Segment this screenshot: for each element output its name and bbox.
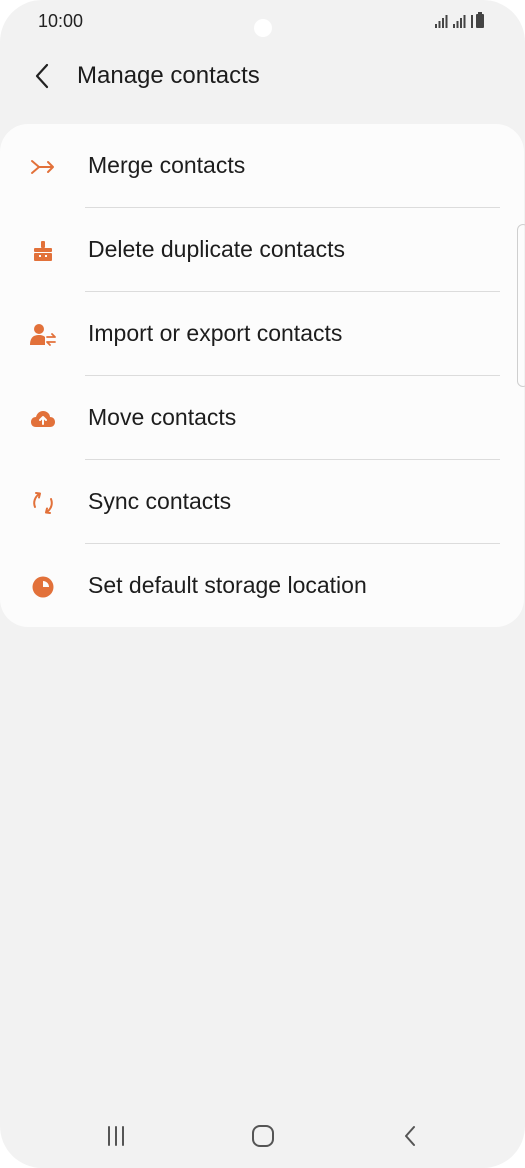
menu-item-merge-contacts[interactable]: Merge contacts: [0, 124, 524, 208]
chevron-left-icon: [35, 63, 49, 89]
navigation-bar: [0, 1104, 525, 1168]
app-header: Manage contacts: [0, 48, 525, 104]
home-icon: [252, 1125, 274, 1147]
cloud-upload-icon: [29, 405, 57, 433]
pie-chart-icon: [29, 573, 57, 601]
menu-item-delete-duplicate-contacts[interactable]: Delete duplicate contacts: [0, 208, 524, 292]
menu-item-label: Merge contacts: [88, 152, 246, 178]
menu-item-label: Move contacts: [88, 404, 237, 430]
status-bar: 10:00: [0, 0, 525, 44]
home-button[interactable]: [241, 1116, 285, 1156]
menu-item-label: Sync contacts: [88, 488, 232, 514]
back-button[interactable]: [26, 60, 58, 92]
camera-cutout: [254, 19, 272, 37]
menu-item-move-contacts[interactable]: Move contacts: [0, 376, 524, 460]
sync-icon: [29, 489, 57, 517]
recents-button[interactable]: [94, 1116, 138, 1156]
nav-back-button[interactable]: [388, 1116, 432, 1156]
phone-screen: 10:00 Manage contacts Merge contacts Del…: [0, 0, 525, 1168]
menu-item-label: Import or export contacts: [88, 320, 343, 346]
back-icon: [405, 1126, 415, 1146]
status-time: 10:00: [38, 11, 84, 31]
menu-item-import-export-contacts[interactable]: Import or export contacts: [0, 292, 524, 376]
status-icons: [435, 12, 489, 30]
signal-icon: [435, 12, 484, 28]
manage-contacts-menu: Merge contacts Delete duplicate contacts: [0, 124, 524, 627]
menu-item-label: Set default storage location: [88, 572, 367, 598]
scrollbar[interactable]: [517, 224, 525, 387]
broom-icon: [29, 237, 57, 265]
merge-icon: [29, 153, 57, 181]
page-title: Manage contacts: [77, 62, 260, 89]
recents-icon: [108, 1126, 124, 1146]
menu-item-sync-contacts[interactable]: Sync contacts: [0, 460, 524, 544]
menu-item-default-storage-location[interactable]: Set default storage location: [0, 544, 524, 628]
person-transfer-icon: [29, 321, 57, 349]
menu-item-label: Delete duplicate contacts: [88, 236, 345, 262]
